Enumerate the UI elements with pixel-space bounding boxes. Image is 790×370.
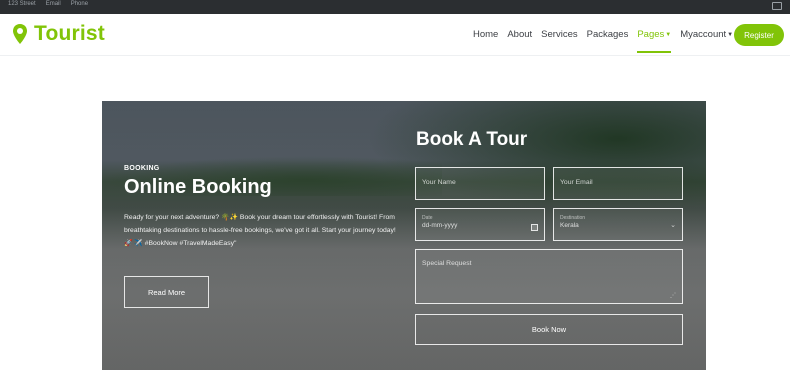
top-info-bar: 123 Street Email Phone bbox=[0, 0, 790, 14]
nav-services[interactable]: Services bbox=[541, 29, 577, 40]
destination-label: Destination bbox=[560, 215, 586, 221]
section-eyebrow: BOOKING bbox=[124, 165, 160, 172]
brand-logo[interactable]: Tourist bbox=[12, 22, 105, 46]
top-link-email[interactable]: Email bbox=[46, 1, 61, 7]
special-request-placeholder: Special Request bbox=[422, 260, 472, 267]
register-button[interactable]: Register bbox=[734, 24, 784, 46]
destination-select[interactable]: Destination Kerala ⌄ bbox=[553, 208, 683, 241]
section-description: Ready for your next adventure? 🌴✨ Book y… bbox=[124, 214, 396, 247]
form-title: Book A Tour bbox=[416, 129, 528, 150]
nav-about[interactable]: About bbox=[507, 29, 532, 40]
nav-myaccount[interactable]: Myaccount▼ bbox=[680, 29, 733, 40]
chevron-down-icon: ▼ bbox=[665, 32, 672, 38]
email-input[interactable]: Your Email bbox=[553, 167, 683, 200]
calendar-icon[interactable] bbox=[531, 224, 538, 231]
social-icon[interactable] bbox=[772, 2, 782, 10]
booking-hero: BOOKING Online Booking Ready for your ne… bbox=[102, 101, 706, 370]
section-title: Online Booking bbox=[124, 176, 272, 198]
email-input-placeholder: Your Email bbox=[560, 179, 593, 186]
name-input[interactable]: Your Name bbox=[415, 167, 545, 200]
top-link-address[interactable]: 123 Street bbox=[8, 1, 36, 7]
resize-handle-icon[interactable]: ⋰ bbox=[670, 292, 677, 299]
nav-pages-label: Pages bbox=[637, 29, 665, 40]
top-link-phone[interactable]: Phone bbox=[71, 1, 88, 7]
name-input-placeholder: Your Name bbox=[422, 179, 456, 186]
main-menu: Home About Services Packages Pages▼ Myac… bbox=[473, 29, 742, 53]
booking-intro: BOOKING Online Booking Ready for your ne… bbox=[124, 165, 404, 250]
date-label: Date bbox=[422, 215, 433, 221]
nav-myaccount-label: Myaccount bbox=[680, 29, 727, 40]
date-value: dd-mm-yyyy bbox=[422, 222, 458, 229]
destination-value: Kerala bbox=[560, 222, 579, 229]
special-request-textarea[interactable]: Special Request ⋰ bbox=[415, 249, 683, 304]
chevron-down-icon: ▼ bbox=[727, 32, 734, 38]
date-input[interactable]: Date dd-mm-yyyy bbox=[415, 208, 545, 241]
book-now-button[interactable]: Book Now bbox=[415, 314, 683, 345]
nav-pages[interactable]: Pages▼ bbox=[637, 29, 672, 53]
navbar: Tourist Home About Services Packages Pag… bbox=[0, 14, 790, 56]
nav-home[interactable]: Home bbox=[473, 29, 498, 40]
read-more-button[interactable]: Read More bbox=[124, 276, 209, 308]
brand-name: Tourist bbox=[34, 22, 106, 45]
top-info-links: 123 Street Email Phone bbox=[8, 1, 88, 7]
page: 123 Street Email Phone Tourist Home Abou… bbox=[0, 0, 790, 370]
nav-packages[interactable]: Packages bbox=[587, 29, 629, 40]
map-pin-icon bbox=[13, 24, 27, 44]
chevron-down-icon: ⌄ bbox=[670, 222, 676, 229]
